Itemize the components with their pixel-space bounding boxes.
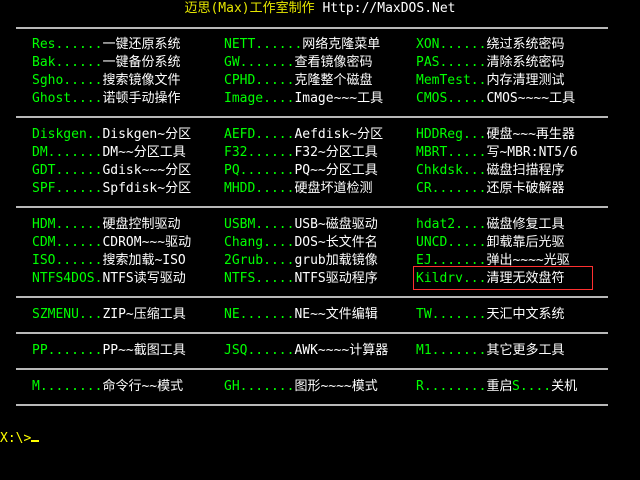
menu-item-f32[interactable]: F32......F32~分区工具 bbox=[224, 144, 378, 162]
menu-item-pas[interactable]: PAS......清除系统密码 bbox=[416, 54, 564, 72]
menu-item-tw[interactable]: TW.......天汇中文系统 bbox=[416, 306, 564, 324]
menu-item-chang[interactable]: Chang....DOS~长文件名 bbox=[224, 234, 378, 252]
menu-item-mhdd[interactable]: MHDD.....硬盘坏道检测 bbox=[224, 180, 372, 198]
menu-item-cmos[interactable]: CMOS.....CMOS~~~~工具 bbox=[416, 90, 575, 108]
divider bbox=[16, 332, 608, 334]
menu-item-aefd[interactable]: AEFD.....Aefdisk~分区 bbox=[224, 126, 383, 144]
divider bbox=[16, 404, 608, 406]
menu-item-iso[interactable]: ISO......搜索加载~ISO bbox=[32, 252, 186, 270]
divider bbox=[16, 206, 608, 208]
menu-item-shutdown[interactable]: S....关机 bbox=[512, 378, 577, 396]
window-title: 迈思(Max)工作室制作 Http://MaxDOS.Net bbox=[0, 0, 640, 18]
menu-item-mbrt[interactable]: MBRT.....写~MBR:NT5/6 bbox=[416, 144, 578, 162]
menu-item-gw[interactable]: GW.......查看镜像密码 bbox=[224, 54, 372, 72]
menu-item-pp[interactable]: PP.......PP~~截图工具 bbox=[32, 342, 186, 360]
divider bbox=[16, 296, 608, 298]
menu-item-ntfs4dos[interactable]: NTFS4DOS.NTFS读写驱动 bbox=[32, 270, 186, 288]
menu-item-dm[interactable]: DM.......DM~~分区工具 bbox=[32, 144, 186, 162]
selection-highlight bbox=[413, 266, 593, 290]
menu-item-image[interactable]: Image....Image~~~工具 bbox=[224, 90, 383, 108]
menu-item-jsq[interactable]: JSQ......AWK~~~~计算器 bbox=[224, 342, 388, 360]
menu-item-usbm[interactable]: USBM.....USB~磁盘驱动 bbox=[224, 216, 378, 234]
menu-item-ntfs[interactable]: NTFS.....NTFS驱动程序 bbox=[224, 270, 378, 288]
divider bbox=[16, 368, 608, 370]
menu-item-res[interactable]: Res......一键还原系统 bbox=[32, 36, 180, 54]
title-url: Http://MaxDOS.Net bbox=[322, 1, 456, 16]
menu-item-ghost[interactable]: Ghost....诺顿手动操作 bbox=[32, 90, 180, 108]
menu-item-gdt[interactable]: GDT......Gdisk~~~分区 bbox=[32, 162, 191, 180]
menu-item-chkdsk[interactable]: Chkdsk...磁盘扫描程序 bbox=[416, 162, 564, 180]
menu-item-hdm[interactable]: HDM......硬盘控制驱动 bbox=[32, 216, 180, 234]
menu-item-cdm[interactable]: CDM......CDROM~~~驱动 bbox=[32, 234, 191, 252]
menu-item-m1[interactable]: M1.......其它更多工具 bbox=[416, 342, 564, 360]
menu-item-uncd[interactable]: UNCD.....卸载靠后光驱 bbox=[416, 234, 564, 252]
menu-item-ne[interactable]: NE.......NE~~文件编辑 bbox=[224, 306, 378, 324]
menu-item-spf[interactable]: SPF......Spfdisk~分区 bbox=[32, 180, 191, 198]
menu-item-bak[interactable]: Bak......一键备份系统 bbox=[32, 54, 180, 72]
command-prompt[interactable]: X:\> bbox=[0, 430, 40, 448]
title-brand: 迈思(Max)工作室制作 bbox=[184, 1, 315, 16]
divider bbox=[16, 116, 608, 118]
menu-item-diskgen[interactable]: Diskgen..Diskgen~分区 bbox=[32, 126, 191, 144]
prompt-text: X:\> bbox=[0, 431, 32, 446]
menu-item-sgho[interactable]: Sgho.....搜索镜像文件 bbox=[32, 72, 180, 90]
menu-item-cphd[interactable]: CPHD.....克隆整个磁盘 bbox=[224, 72, 372, 90]
menu-item-reboot[interactable]: R........重启 bbox=[416, 378, 512, 396]
divider bbox=[16, 27, 608, 29]
menu-item-nett[interactable]: NETT......网络克隆菜单 bbox=[224, 36, 380, 54]
menu-item-xon[interactable]: XON......绕过系统密码 bbox=[416, 36, 564, 54]
menu-item-hddreg[interactable]: HDDReg...硬盘~~~再生器 bbox=[416, 126, 575, 144]
menu-item-m[interactable]: M........命令行~~模式 bbox=[32, 378, 183, 396]
menu-item-pq[interactable]: PQ.......PQ~~分区工具 bbox=[224, 162, 378, 180]
menu-item-memtest[interactable]: MemTest..内存清理测试 bbox=[416, 72, 564, 90]
cursor bbox=[31, 440, 40, 442]
menu-item-2grub[interactable]: 2Grub....grub加载镜像 bbox=[224, 252, 378, 270]
menu-item-cr[interactable]: CR.......还原卡破解器 bbox=[416, 180, 564, 198]
menu-item-szmenu[interactable]: SZMENU...ZIP~压缩工具 bbox=[32, 306, 186, 324]
menu-item-gh[interactable]: GH.......图形~~~~模式 bbox=[224, 378, 378, 396]
menu-item-hdat2[interactable]: hdat2....磁盘修复工具 bbox=[416, 216, 564, 234]
